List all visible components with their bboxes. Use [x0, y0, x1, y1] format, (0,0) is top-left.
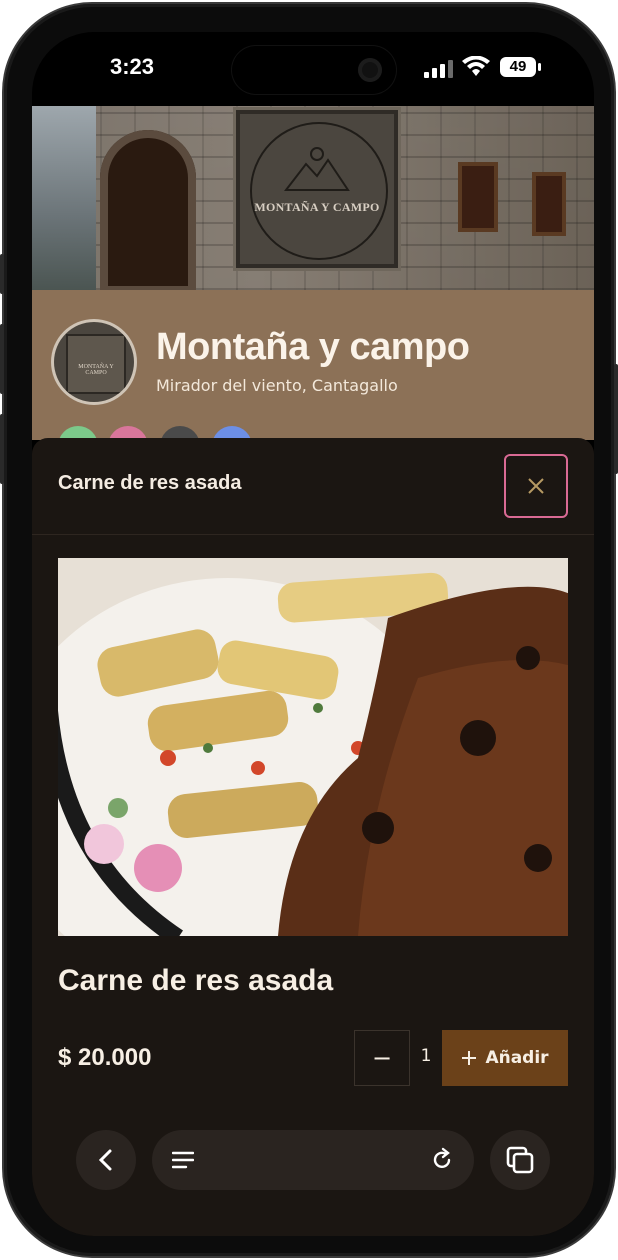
- minus-icon: −: [371, 1044, 393, 1072]
- restaurant-sign: MONTAÑA Y CAMPO: [236, 110, 398, 268]
- cellular-signal-icon: [424, 60, 453, 78]
- modal-title: Carne de res asada: [58, 472, 242, 494]
- modal-divider: [32, 534, 594, 535]
- logo-text: MONTAÑA Y CAMPO: [78, 364, 114, 376]
- doorway-arch: [100, 130, 196, 290]
- screen: 3:23 49 MONTAÑA Y CAMPO MONTAÑA Y CAMPO …: [32, 32, 594, 1236]
- close-icon: [528, 478, 544, 494]
- add-to-cart-button[interactable]: Añadir: [442, 1030, 568, 1086]
- chevron-left-icon: [98, 1149, 112, 1171]
- reload-icon[interactable]: [430, 1147, 454, 1173]
- cover-photo: MONTAÑA Y CAMPO: [32, 106, 594, 290]
- decrement-button[interactable]: −: [354, 1030, 410, 1086]
- volume-up-button: [0, 324, 4, 394]
- close-button[interactable]: [504, 454, 568, 518]
- address-bar[interactable]: [152, 1130, 474, 1190]
- product-price: $ 20.000: [58, 1044, 152, 1071]
- back-button[interactable]: [76, 1130, 136, 1190]
- restaurant-name: Montaña y campo: [156, 326, 470, 368]
- window: [458, 162, 498, 232]
- action-button: [0, 254, 4, 294]
- window: [532, 172, 566, 236]
- camera-icon: [358, 58, 382, 82]
- tabs-button[interactable]: [490, 1130, 550, 1190]
- product-modal: Carne de res asada Carne de res asada $ …: [32, 438, 594, 1236]
- restaurant-header: MONTAÑA Y CAMPO Montaña y campo Mirador …: [32, 290, 594, 466]
- product-photo: [58, 558, 568, 936]
- volume-down-button: [0, 414, 4, 484]
- wifi-icon: [462, 56, 490, 76]
- phone-frame: 3:23 49 MONTAÑA Y CAMPO MONTAÑA Y CAMPO …: [0, 4, 618, 1256]
- power-button: [614, 364, 618, 474]
- sign-text: MONTAÑA Y CAMPO: [254, 200, 380, 214]
- menu-icon[interactable]: [172, 1150, 194, 1170]
- status-time: 3:23: [110, 54, 155, 79]
- restaurant-logo: MONTAÑA Y CAMPO: [54, 322, 134, 402]
- battery-indicator: 49: [500, 56, 542, 78]
- dynamic-island: [232, 46, 396, 94]
- restaurant-location: Mirador del viento, Cantagallo: [156, 376, 398, 395]
- mountain-emblem-icon: [284, 147, 350, 191]
- tabs-icon: [506, 1146, 534, 1174]
- quantity-value: 1: [420, 1046, 432, 1066]
- add-button-label: Añadir: [485, 1048, 549, 1068]
- battery-level: 49: [509, 58, 527, 75]
- mountain-backdrop: [32, 106, 96, 290]
- status-bar: 3:23 49: [32, 32, 594, 106]
- logo-plaque: MONTAÑA Y CAMPO: [66, 334, 126, 394]
- product-name: Carne de res asada: [58, 964, 334, 997]
- plus-icon: [462, 1051, 477, 1065]
- dish-image: [58, 558, 568, 936]
